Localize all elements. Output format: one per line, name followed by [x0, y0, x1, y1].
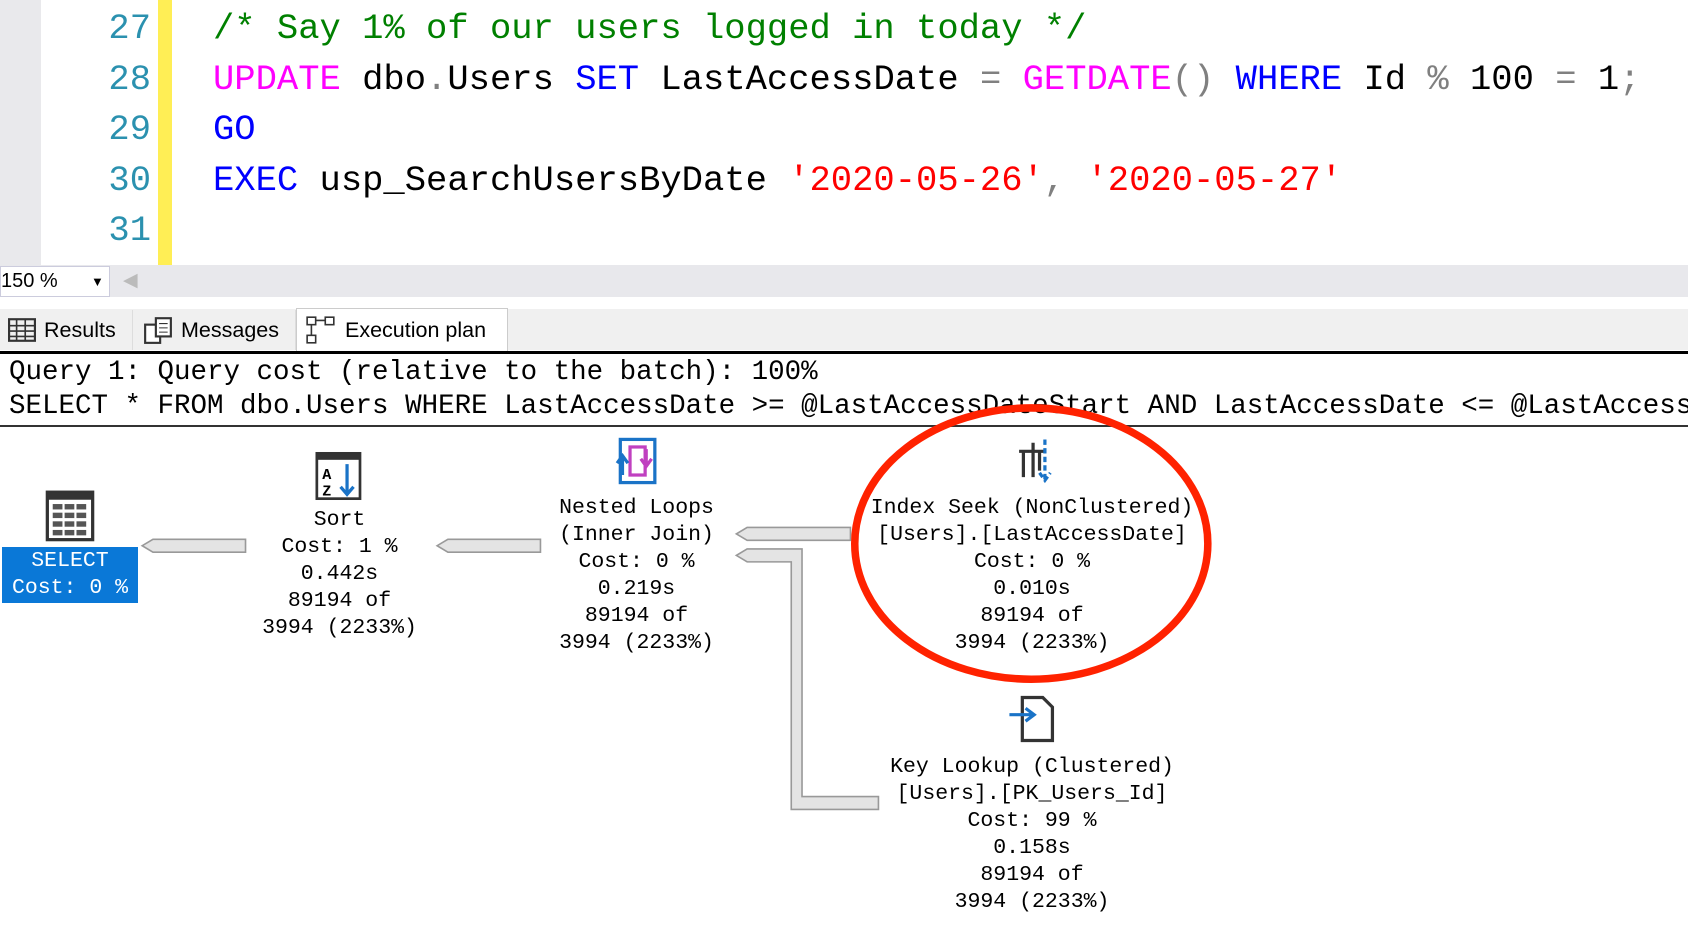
sort-icon: AZ: [315, 451, 362, 500]
plan-node-nested-loops[interactable]: Nested Loops (Inner Join) Cost: 0 % 0.219s 8…: [534, 436, 739, 657]
svg-text:Z: Z: [322, 482, 331, 500]
plan-node-key-lookup[interactable]: Key Lookup (Clustered) [Users].[PK_Users_…: [861, 693, 1203, 916]
nested-loops-icon: [615, 437, 657, 485]
node-name: SELECT: [31, 549, 109, 573]
node-name: Key Lookup (Clustered): [890, 755, 1174, 779]
node-estimate: 3994 (2233%): [954, 890, 1110, 914]
plan-node-index-seek[interactable]: Index Seek (NonClustered) [Users].[LastAc…: [861, 436, 1203, 657]
select-label: SELECT Cost: 0 %: [2, 547, 138, 603]
select-result-icon: [45, 490, 95, 542]
node-time: 0.219s: [597, 577, 676, 601]
node-subtitle: [Users].[LastAccessDate]: [877, 523, 1187, 547]
node-cost: Cost: 0 %: [973, 550, 1091, 574]
plan-node-sort[interactable]: AZ Sort Cost: 1 % 0.442s 89194 of 3994 (2233…: [237, 450, 442, 642]
arrow-lookup-to-nested: [734, 548, 880, 811]
arrow-seek-to-nested: [734, 526, 852, 542]
node-estimate: 3994 (2233%): [954, 631, 1110, 655]
node-cost: Cost: 99 %: [967, 809, 1097, 833]
node-cost: Cost: 1 %: [281, 535, 398, 559]
node-subtitle: (Inner Join): [559, 523, 714, 547]
node-rows: 89194 of: [980, 863, 1084, 887]
key-lookup-icon: [1009, 695, 1055, 743]
node-estimate: 3994 (2233%): [559, 631, 714, 655]
node-estimate: 3994 (2233%): [262, 616, 417, 640]
node-rows: 89194 of: [584, 604, 689, 628]
node-name: Nested Loops: [559, 496, 714, 520]
node-cost: Cost: 0 %: [578, 550, 695, 574]
arrow-nested-to-sort: [435, 538, 542, 553]
ssms-window: 27/* Say 1% of our users logged in today…: [0, 0, 1688, 944]
node-name: Index Seek (NonClustered): [870, 496, 1194, 520]
node-name: Sort: [313, 508, 366, 532]
node-time: 0.010s: [993, 577, 1071, 601]
node-subtitle: [Users].[PK_Users_Id]: [896, 782, 1168, 806]
node-time: 0.158s: [993, 836, 1071, 860]
arrow-sort-to-select: [140, 538, 247, 553]
node-rows: 89194 of: [980, 604, 1084, 628]
node-cost: Cost: 0 %: [11, 576, 129, 600]
node-rows: 89194 of: [287, 589, 392, 613]
index-seek-icon: [1019, 439, 1052, 484]
node-time: 0.442s: [300, 562, 379, 586]
plan-node-select[interactable]: SELECT Cost: 0 %: [2, 490, 138, 603]
